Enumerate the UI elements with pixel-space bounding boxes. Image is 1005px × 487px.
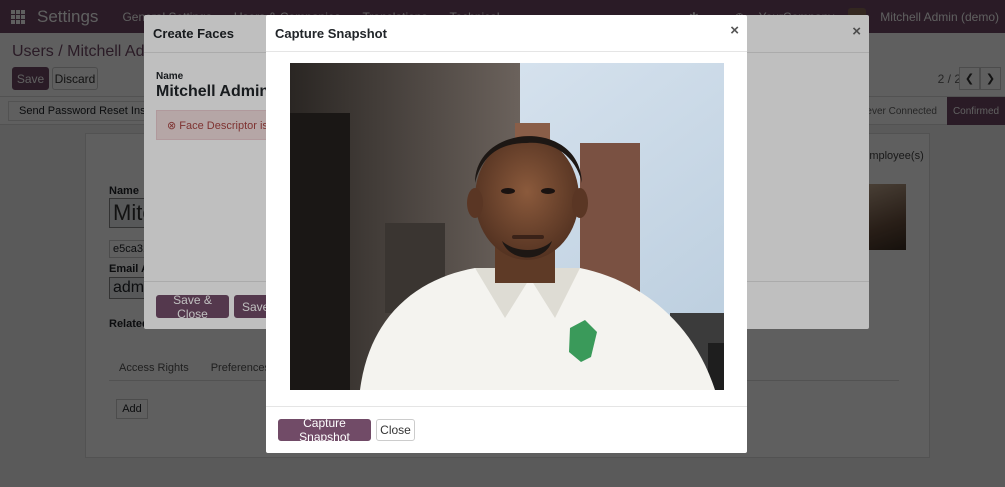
capture-snapshot-dialog: Capture Snapshot × Capture Snapshot Clos… [266,15,747,453]
capture-snapshot-button[interactable]: Capture Snapshot [278,416,371,444]
close-icon[interactable]: × [730,22,739,39]
webcam-preview [290,63,724,390]
webcam-frame-image [290,63,724,390]
dialog-title: Capture Snapshot [275,26,387,41]
divider [266,406,747,407]
close-button[interactable]: Close [376,419,415,441]
divider [266,51,747,52]
